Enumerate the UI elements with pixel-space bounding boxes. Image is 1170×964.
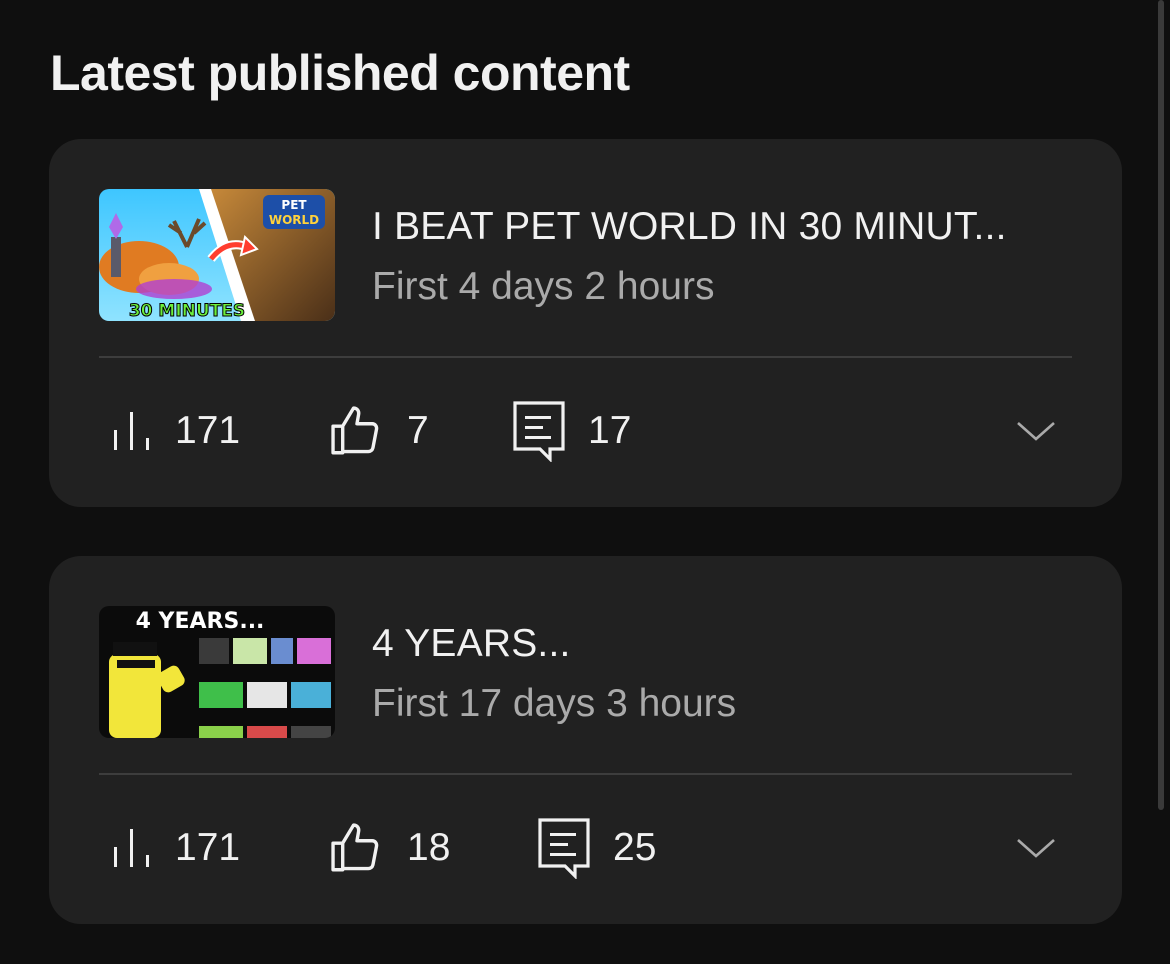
comment-icon — [513, 401, 565, 462]
video-timeframe: First 17 days 3 hours — [372, 682, 737, 725]
comments-count: 25 — [613, 826, 657, 869]
comments-count: 17 — [588, 409, 632, 452]
bar-chart-icon — [114, 412, 149, 450]
content-card[interactable]: 4 YEARS... 4 YEARS... First 17 days 3 ho… — [49, 556, 1122, 924]
divider — [99, 356, 1072, 358]
video-thumbnail[interactable]: PET WORLD 30 MINUTES — [99, 189, 335, 321]
views-count: 171 — [175, 826, 241, 869]
thumbs-up-icon — [331, 406, 379, 455]
page: Latest published content PET WORLD 30 MI… — [0, 0, 1170, 964]
likes-stat: 7 — [327, 399, 429, 463]
comment-icon — [538, 818, 590, 879]
content-card[interactable]: PET WORLD 30 MINUTES I BEAT PET WORLD IN… — [49, 139, 1122, 507]
section-title: Latest published content — [50, 45, 630, 101]
chevron-down-icon — [1017, 839, 1055, 858]
comments-stat: 17 — [512, 399, 631, 463]
comments-stat: 25 — [537, 816, 656, 880]
video-thumbnail[interactable]: 4 YEARS... — [99, 606, 335, 738]
bar-chart-icon — [114, 829, 149, 867]
thumbnail-badge-top: PET — [281, 198, 307, 212]
video-title[interactable]: 4 YEARS... — [372, 622, 571, 666]
thumbnail-caption: 30 MINUTES — [129, 301, 245, 321]
expand-button[interactable] — [1016, 834, 1056, 862]
expand-button[interactable] — [1016, 417, 1056, 445]
thumbnail-badge-bottom: WORLD — [269, 213, 319, 227]
scrollbar[interactable] — [1158, 0, 1164, 810]
divider — [99, 773, 1072, 775]
views-stat: 171 — [111, 816, 240, 880]
thumbs-up-icon — [331, 823, 379, 872]
likes-count: 7 — [407, 409, 429, 452]
thumbnail-caption: 4 YEARS... — [136, 609, 265, 634]
likes-count: 18 — [407, 826, 451, 869]
video-timeframe: First 4 days 2 hours — [372, 265, 715, 308]
views-count: 171 — [175, 409, 241, 452]
views-stat: 171 — [111, 399, 240, 463]
video-title[interactable]: I BEAT PET WORLD IN 30 MINUT... — [372, 205, 1007, 249]
likes-stat: 18 — [327, 816, 450, 880]
chevron-down-icon — [1017, 422, 1055, 441]
